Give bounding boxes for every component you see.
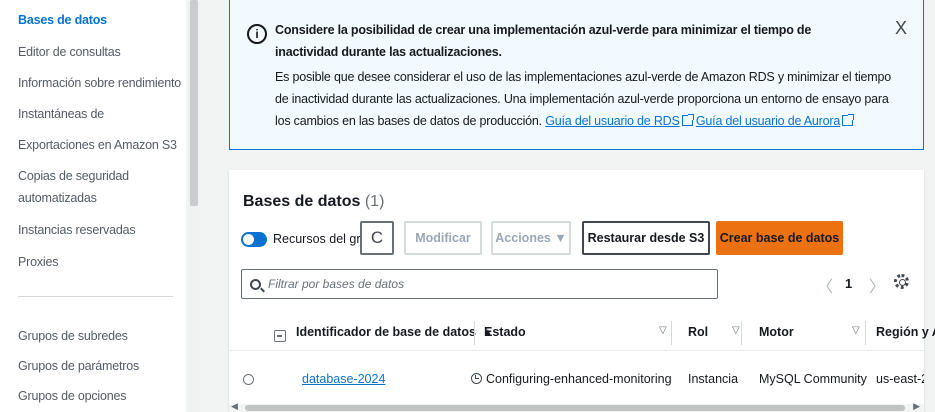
sidebar-item-option-groups[interactable]: Grupos de opciones xyxy=(18,388,126,404)
sidebar-item-exports-s3[interactable]: Exportaciones en Amazon S3 xyxy=(18,137,177,153)
table-scrollbar-thumb[interactable] xyxy=(245,405,905,411)
sidebar-item-parameter-groups[interactable]: Grupos de parámetros xyxy=(18,358,139,374)
external-link-icon xyxy=(842,114,855,126)
header-status[interactable]: Estado xyxy=(484,325,526,339)
row-role: Instancia xyxy=(688,372,739,386)
header-identifier[interactable]: Identificador de base de datos ▲ xyxy=(296,325,493,339)
sidebar-item-snapshots[interactable]: Instantáneas de xyxy=(18,106,104,122)
scroll-right-icon[interactable]: ▶ xyxy=(913,401,920,412)
info-icon: i xyxy=(247,24,267,44)
toggle-switch[interactable] xyxy=(241,231,267,247)
alert-body: Es posible que desee considerar el uso d… xyxy=(275,66,895,132)
page-number[interactable]: 1 xyxy=(845,276,852,291)
modify-button[interactable]: Modificar xyxy=(404,221,482,255)
sidebar-divider xyxy=(18,296,173,297)
sidebar-item-subnet-groups[interactable]: Grupos de subredes xyxy=(18,328,128,344)
rds-user-guide-link-label: Guía del usuario de RDS xyxy=(545,114,680,128)
rds-console: Bases de datos Editor de consultas Infor… xyxy=(0,0,935,412)
row-status-label: Configuring-enhanced-monitoring xyxy=(486,372,672,386)
sidebar-item-reserved-instances[interactable]: Instancias reservadas xyxy=(18,222,136,238)
header-engine-label: Motor xyxy=(759,325,794,339)
restore-from-s3-button[interactable]: Restaurar desde S3 xyxy=(582,221,710,255)
close-icon[interactable]: X xyxy=(895,18,907,39)
clock-icon xyxy=(471,373,482,384)
sidebar-item-performance-insights[interactable]: Información sobre rendimiento xyxy=(18,75,181,91)
sort-icon[interactable]: ▽ xyxy=(732,325,740,336)
sidebar-item-proxies[interactable]: Proxies xyxy=(18,254,58,270)
panel-count: (1) xyxy=(364,193,385,210)
column-divider[interactable] xyxy=(671,321,672,345)
column-divider[interactable] xyxy=(865,321,866,345)
sidebar-item-databases[interactable]: Bases de datos xyxy=(18,12,107,28)
aurora-user-guide-link[interactable]: Guía del usuario de Aurora xyxy=(695,114,855,128)
database-identifier-link[interactable]: database-2024 xyxy=(302,372,385,386)
settings-gear-icon[interactable] xyxy=(894,274,909,289)
databases-panel: Bases de datos (1) Recursos del grupo C … xyxy=(229,170,935,412)
panel-title: Bases de datos (1) xyxy=(243,193,384,211)
previous-page-icon[interactable]: 〈 xyxy=(817,273,833,297)
sidebar-item-query-editor[interactable]: Editor de consultas xyxy=(18,44,121,60)
aurora-user-guide-link-label: Guía del usuario de Aurora xyxy=(695,114,841,128)
select-all-checkbox[interactable] xyxy=(274,330,286,342)
external-link-icon xyxy=(681,114,694,126)
column-divider[interactable] xyxy=(741,321,742,345)
header-role[interactable]: Rol xyxy=(688,325,708,339)
create-database-button[interactable]: Crear base de datos xyxy=(716,221,843,255)
row-select-radio[interactable] xyxy=(243,374,254,385)
table-horizontal-scrollbar[interactable]: ◀ ▶ xyxy=(229,401,924,412)
sidebar-item-automated-backups[interactable]: Copias de seguridad xyxy=(18,168,129,184)
header-region[interactable]: Región y A xyxy=(876,325,935,339)
sidebar-item-automated-backups-line2[interactable]: automatizadas xyxy=(18,190,97,206)
actions-button[interactable]: Acciones ▼ xyxy=(491,221,571,255)
rds-user-guide-link[interactable]: Guía del usuario de RDS xyxy=(545,114,694,128)
sidebar: Bases de datos Editor de consultas Infor… xyxy=(0,0,186,412)
header-identifier-label: Identificador de base de datos xyxy=(296,325,476,339)
sidebar-scrollbar[interactable] xyxy=(188,0,200,412)
header-region-label: Región y A xyxy=(876,325,935,339)
sort-icon[interactable]: ▽ xyxy=(659,325,667,336)
alert-title: Considere la posibilidad de crear una im… xyxy=(275,23,812,59)
column-divider[interactable] xyxy=(474,321,475,345)
table-row: database-2024 xyxy=(302,372,385,386)
scroll-left-icon[interactable]: ◀ xyxy=(231,401,238,412)
sidebar-scrollbar-thumb[interactable] xyxy=(190,0,198,206)
row-status: Configuring-enhanced-monitoring xyxy=(471,372,672,386)
blue-green-alert: i Considere la posibilidad de crear una … xyxy=(229,0,924,150)
header-status-label: Estado xyxy=(484,325,526,339)
row-engine: MySQL Community xyxy=(759,372,867,386)
refresh-button[interactable]: C xyxy=(360,221,394,255)
header-engine[interactable]: Motor xyxy=(759,325,794,339)
panel-title-text: Bases de datos xyxy=(243,193,361,210)
header-role-label: Rol xyxy=(688,325,709,339)
table-header-rule xyxy=(229,350,924,351)
row-region: us-east-2a xyxy=(876,372,924,386)
search-placeholder: Filtrar por bases de datos xyxy=(268,277,405,291)
next-page-icon[interactable]: 〉 xyxy=(869,273,885,297)
search-input[interactable]: Filtrar por bases de datos xyxy=(241,269,718,299)
search-icon xyxy=(250,278,261,290)
sort-icon[interactable]: ▽ xyxy=(852,325,860,336)
